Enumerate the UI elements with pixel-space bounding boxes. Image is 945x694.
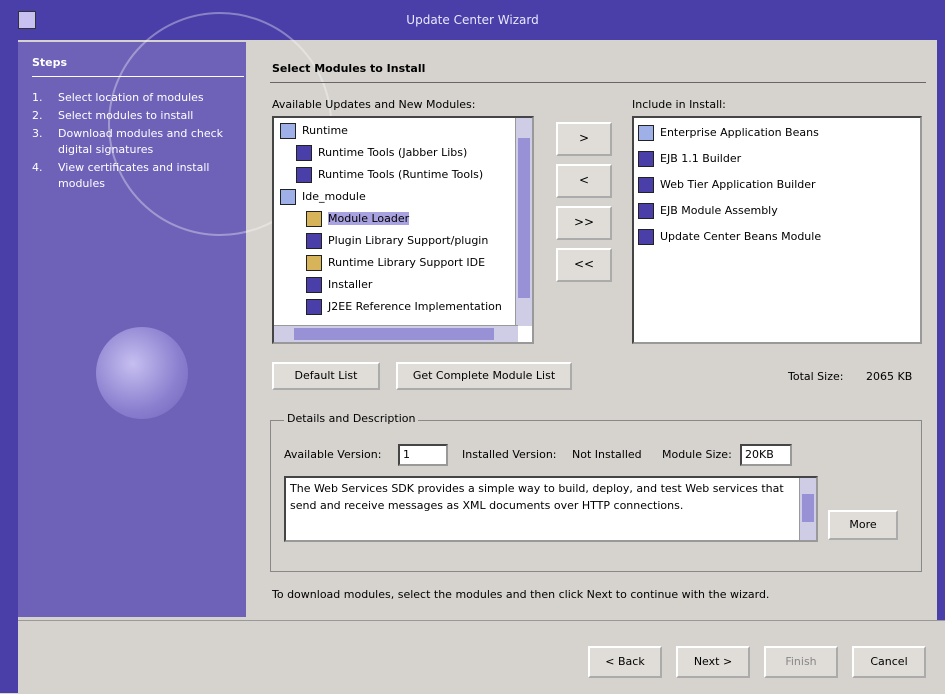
module-icon [306, 233, 322, 249]
step-item: 1. Select location of modules [32, 90, 242, 106]
page-title: Select Modules to Install [272, 62, 426, 75]
add-all-button[interactable]: >> [556, 206, 612, 240]
module-icon [638, 151, 654, 167]
installed-version-value: Not Installed [572, 448, 642, 461]
module-icon [306, 299, 322, 315]
description-textarea[interactable]: The Web Services SDK provides a simple w… [284, 476, 818, 542]
module-icon [638, 125, 654, 141]
window-frame-left [0, 40, 18, 693]
install-list-item[interactable]: Update Center Beans Module [638, 226, 821, 248]
install-item-label: EJB 1.1 Builder [660, 152, 742, 165]
steps-sidebar: Steps 1. Select location of modules 2. Sel… [18, 12, 332, 617]
module-icon [638, 177, 654, 193]
tree-node-label: Runtime Tools (Jabber Libs) [318, 146, 468, 159]
step-label: Select location of modules [58, 91, 204, 104]
include-in-install-list[interactable]: Enterprise Application Beans EJB 1.1 Bui… [632, 116, 922, 344]
finish-button[interactable]: Finish [764, 646, 838, 678]
decorative-moon-graphic [96, 327, 188, 419]
window-frame-right [937, 40, 945, 693]
tree-node-module[interactable]: Plugin Library Support/plugin [306, 230, 488, 252]
available-version-field: 1 [398, 444, 448, 466]
tree-vertical-scrollbar[interactable] [515, 118, 532, 326]
module-icon [306, 211, 322, 227]
instruction-text: To download modules, select the modules … [272, 588, 770, 601]
module-icon [638, 229, 654, 245]
module-size-field: 20KB [740, 444, 792, 466]
steps-title: Steps [32, 56, 68, 69]
window-title: Update Center Wizard [406, 13, 539, 27]
description-scrollbar[interactable] [799, 478, 816, 540]
complete-module-list-button[interactable]: Get Complete Module List [396, 362, 572, 390]
tree-node-label: Ide_module [302, 190, 366, 203]
step-number: 2. [32, 109, 43, 122]
tree-node-module[interactable]: Runtime Tools (Jabber Libs) [296, 142, 467, 164]
tree-node-label: Runtime Tools (Runtime Tools) [318, 168, 484, 181]
window-menu-icon[interactable] [18, 11, 36, 29]
steps-divider [32, 76, 244, 77]
remove-button[interactable]: < [556, 164, 612, 198]
tree-node-runtime[interactable]: Runtime [280, 120, 348, 142]
step-item: 4. View certificates and install modules [32, 160, 242, 192]
default-list-button[interactable]: Default List [272, 362, 380, 390]
step-item: 2. Select modules to install [32, 108, 242, 124]
module-icon [306, 255, 322, 271]
folder-icon [280, 123, 296, 139]
add-button[interactable]: > [556, 122, 612, 156]
step-item: 3. Download modules and check digital sig… [32, 126, 242, 158]
install-list-item[interactable]: EJB Module Assembly [638, 200, 778, 222]
title-divider [270, 82, 926, 83]
tree-node-label: Runtime Library Support IDE [328, 256, 486, 269]
tree-node-module[interactable]: Runtime Tools (Runtime Tools) [296, 164, 483, 186]
step-number: 4. [32, 161, 43, 174]
install-item-label: EJB Module Assembly [660, 204, 778, 217]
tree-node-module[interactable]: Installer [306, 274, 372, 296]
remove-all-button[interactable]: << [556, 248, 612, 282]
step-number: 3. [32, 127, 43, 140]
include-in-install-label: Include in Install: [632, 98, 726, 111]
install-list-item[interactable]: EJB 1.1 Builder [638, 148, 741, 170]
cancel-button[interactable]: Cancel [852, 646, 926, 678]
details-legend: Details and Description [284, 412, 419, 425]
install-list-item[interactable]: Enterprise Application Beans [638, 122, 819, 144]
module-icon [296, 145, 312, 161]
scrollbar-thumb[interactable] [802, 494, 814, 522]
back-button[interactable]: < Back [588, 646, 662, 678]
available-version-label: Available Version: [284, 448, 382, 461]
installed-version-label: Installed Version: [462, 448, 557, 461]
module-icon [306, 277, 322, 293]
tree-node-module[interactable]: Runtime Library Support IDE [306, 252, 485, 274]
total-size-label: Total Size: [788, 370, 844, 383]
step-label: Download modules and check digital signa… [58, 127, 224, 156]
tree-node-label: J2EE Reference Implementation [328, 300, 502, 313]
total-size-value: 2065 KB [866, 370, 913, 383]
install-item-label: Update Center Beans Module [660, 230, 822, 243]
more-button[interactable]: More [828, 510, 898, 540]
available-modules-tree[interactable]: Runtime Runtime Tools (Jabber Libs) Runt… [272, 116, 534, 344]
scrollbar-thumb[interactable] [518, 138, 530, 298]
module-size-label: Module Size: [662, 448, 732, 461]
next-button[interactable]: Next > [676, 646, 750, 678]
description-text: The Web Services SDK provides a simple w… [290, 482, 784, 512]
step-label: View certificates and install modules [58, 161, 210, 190]
install-list-item[interactable]: Web Tier Application Builder [638, 174, 816, 196]
step-number: 1. [32, 91, 43, 104]
available-modules-label: Available Updates and New Modules: [272, 98, 476, 111]
module-icon [296, 167, 312, 183]
steps-list: 1. Select location of modules 2. Select mo… [32, 90, 242, 194]
tree-node-label: Module Loader [328, 212, 410, 225]
tree-node-label: Installer [328, 278, 373, 291]
tree-node-module[interactable]: J2EE Reference Implementation [306, 296, 502, 318]
step-label: Select modules to install [58, 109, 194, 122]
install-item-label: Web Tier Application Builder [660, 178, 816, 191]
tree-horizontal-scrollbar[interactable] [274, 325, 518, 342]
folder-icon [280, 189, 296, 205]
install-item-label: Enterprise Application Beans [660, 126, 819, 139]
module-icon [638, 203, 654, 219]
tree-node-module-selected[interactable]: Module Loader [306, 208, 410, 230]
title-bar: Update Center Wizard [0, 0, 945, 40]
tree-node-label: Runtime [302, 124, 348, 137]
tree-node-label: Plugin Library Support/plugin [328, 234, 489, 247]
tree-node-ide-module[interactable]: Ide_module [280, 186, 366, 208]
scrollbar-thumb[interactable] [294, 328, 494, 340]
